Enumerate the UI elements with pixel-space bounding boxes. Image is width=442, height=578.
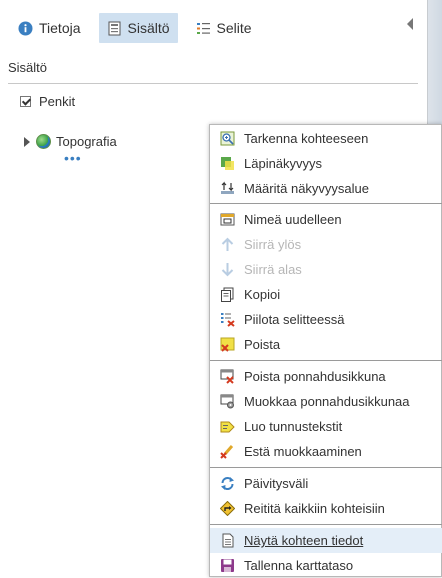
route-icon <box>219 501 235 517</box>
more-options-button[interactable]: ••• <box>64 151 82 165</box>
zoom-in-icon <box>219 131 235 147</box>
document-details-icon <box>219 533 235 549</box>
menu-item-remove-popup-label: Poista ponnahdusikkuna <box>244 369 386 384</box>
menu-separator <box>210 467 442 468</box>
remove-popup-icon <box>219 369 235 385</box>
legend-icon <box>196 21 211 36</box>
menu-item-save-layer-label: Tallenna karttataso <box>244 558 354 573</box>
hide-legend-icon <box>219 312 235 328</box>
tab-content-label: Sisältö <box>127 20 170 36</box>
tab-legend[interactable]: Selite <box>188 13 260 43</box>
menu-item-visibility-range-label: Määritä näkyvyysalue <box>244 181 369 196</box>
menu-item-zoom-to-label: Tarkenna kohteeseen <box>244 131 369 146</box>
basemap-globe-icon <box>36 134 51 149</box>
menu-item-remove-popup[interactable]: Poista ponnahdusikkuna <box>210 364 442 389</box>
menu-item-move-up[interactable]: Siirrä ylös <box>210 232 442 257</box>
menu-item-move-down[interactable]: Siirrä alas <box>210 257 442 282</box>
menu-item-route-to-all[interactable]: Reititä kaikkiin kohteisiin <box>210 496 442 521</box>
section-title: Sisältö <box>8 60 48 75</box>
menu-item-show-item-details[interactable]: Näytä kohteen tiedot <box>210 528 442 553</box>
menu-item-configure-popup-label: Muokkaa ponnahdusikkunaa <box>244 394 410 409</box>
layer-context-menu: Tarkenna kohteeseen Läpinäkyvyys Määritä… <box>209 124 442 577</box>
menu-item-visibility-range[interactable]: Määritä näkyvyysalue <box>210 176 442 201</box>
menu-item-remove[interactable]: Poista <box>210 332 442 357</box>
disable-editing-icon <box>219 444 235 460</box>
configure-popup-icon <box>219 394 235 410</box>
menu-item-move-up-label: Siirrä ylös <box>244 237 302 252</box>
tab-about[interactable]: Tietoja <box>10 13 89 43</box>
save-icon <box>219 558 235 574</box>
menu-item-create-labels-label: Luo tunnustekstit <box>244 419 343 434</box>
rename-icon <box>219 212 235 228</box>
layer-topografia[interactable]: Topografia <box>24 134 117 149</box>
menu-item-zoom-to[interactable]: Tarkenna kohteeseen <box>210 126 442 151</box>
menu-item-copy[interactable]: Kopioi <box>210 282 442 307</box>
label-tag-icon <box>219 419 235 435</box>
menu-item-disable-editing-label: Estä muokkaaminen <box>244 444 362 459</box>
info-icon <box>18 21 33 36</box>
tab-content[interactable]: Sisältö <box>98 13 178 43</box>
layer-penkit-checkbox[interactable] <box>20 96 31 107</box>
menu-item-configure-popup[interactable]: Muokkaa ponnahdusikkunaa <box>210 389 442 414</box>
menu-item-hide-in-legend[interactable]: Piilota selitteessä <box>210 307 442 332</box>
transparency-icon <box>219 156 235 172</box>
menu-item-remove-label: Poista <box>244 337 281 352</box>
arrow-up-icon <box>219 237 235 253</box>
menu-item-save-layer[interactable]: Tallenna karttataso <box>210 553 442 578</box>
tab-about-label: Tietoja <box>39 20 81 36</box>
menu-item-rename[interactable]: Nimeä uudelleen <box>210 207 442 232</box>
copy-icon <box>219 287 235 303</box>
menu-item-copy-label: Kopioi <box>244 287 281 302</box>
arrow-down-icon <box>219 262 235 278</box>
menu-item-hide-in-legend-label: Piilota selitteessä <box>244 312 345 327</box>
menu-item-show-item-details-label: Näytä kohteen tiedot <box>244 533 364 548</box>
menu-item-refresh-interval[interactable]: Päivitysväli <box>210 471 442 496</box>
tab-bar: Tietoja Sisältö Selite <box>10 13 270 43</box>
collapse-panel-button[interactable] <box>407 18 413 30</box>
refresh-icon <box>219 476 235 492</box>
layer-penkit-label: Penkit <box>39 94 76 109</box>
tab-legend-label: Selite <box>216 20 252 36</box>
menu-separator <box>210 524 442 525</box>
layer-penkit[interactable]: Penkit <box>20 94 75 109</box>
menu-item-refresh-interval-label: Päivitysväli <box>244 476 309 491</box>
menu-item-route-to-all-label: Reititä kaikkiin kohteisiin <box>244 501 385 516</box>
menu-item-transparency[interactable]: Läpinäkyvyys <box>210 151 442 176</box>
visibility-range-icon <box>219 181 235 197</box>
menu-item-move-down-label: Siirrä alas <box>244 262 302 277</box>
content-icon <box>107 21 122 36</box>
menu-item-create-labels[interactable]: Luo tunnustekstit <box>210 414 442 439</box>
menu-separator <box>210 203 442 204</box>
menu-item-rename-label: Nimeä uudelleen <box>244 212 342 227</box>
expand-arrow-icon[interactable] <box>24 136 30 147</box>
section-divider <box>8 83 418 84</box>
menu-separator <box>210 360 442 361</box>
menu-item-transparency-label: Läpinäkyvyys <box>244 156 323 171</box>
menu-item-disable-editing[interactable]: Estä muokkaaminen <box>210 439 442 464</box>
layer-topografia-label: Topografia <box>56 134 117 149</box>
remove-icon <box>219 337 235 353</box>
